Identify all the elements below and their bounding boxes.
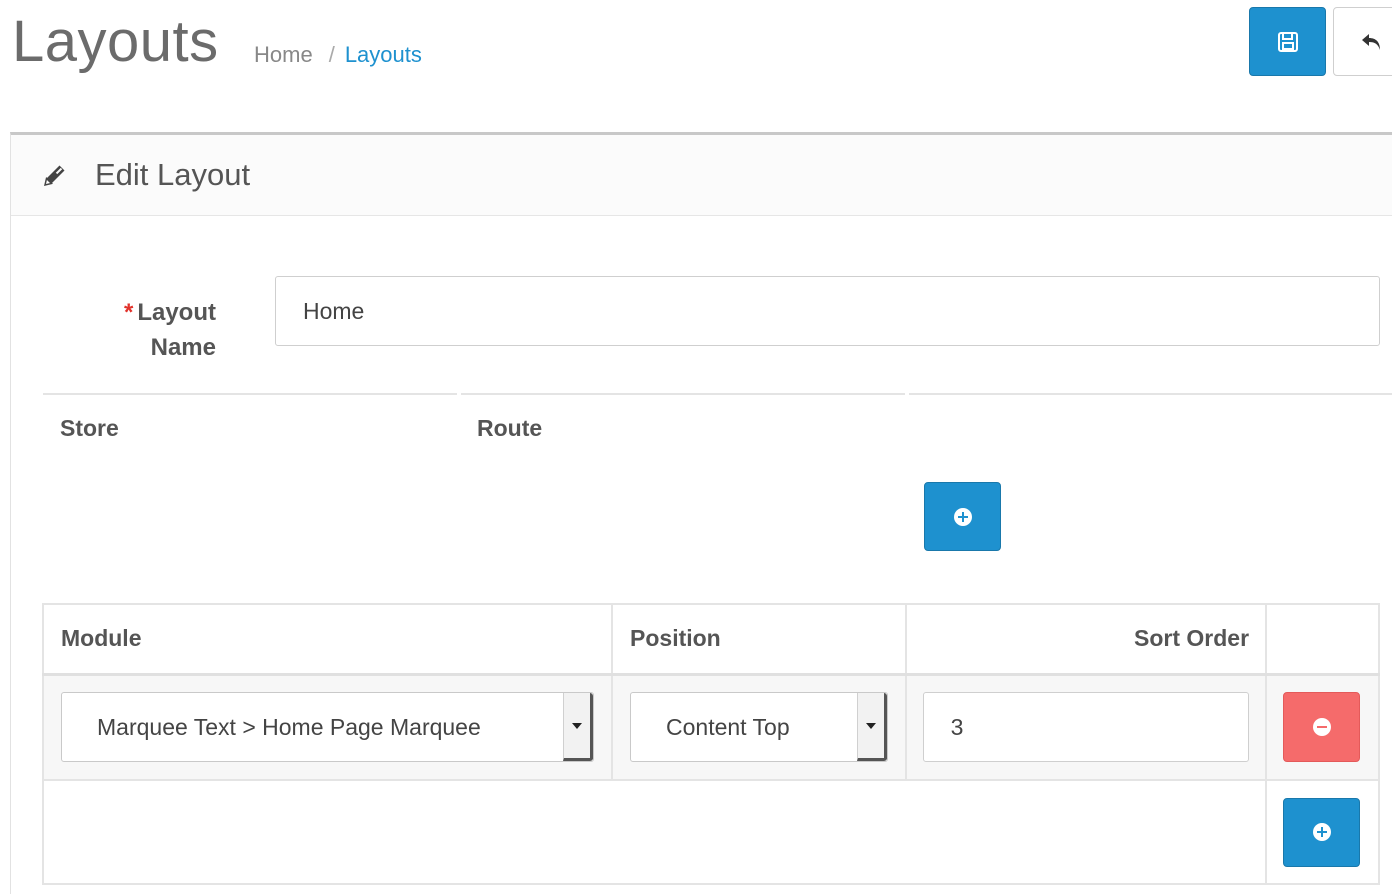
- footer-empty-cell: [41, 779, 1268, 885]
- panel-heading: Edit Layout: [11, 135, 1392, 216]
- minus-circle-icon: [1312, 718, 1331, 737]
- add-module-button[interactable]: [1283, 797, 1361, 867]
- sort-order-cell: 3: [904, 673, 1268, 781]
- position-select-value: Content Top: [666, 713, 790, 740]
- breadcrumb-layouts-link[interactable]: Layouts: [345, 42, 422, 68]
- sort-order-input[interactable]: 3: [922, 692, 1250, 763]
- sort-order-value: 3: [950, 713, 964, 740]
- floppy-disk-icon: [1277, 31, 1298, 52]
- add-route-button[interactable]: [924, 482, 1001, 551]
- back-button[interactable]: [1333, 7, 1392, 76]
- plus-circle-icon: [1312, 823, 1331, 841]
- layout-name-label: * Layout Name: [104, 295, 216, 365]
- footer-actions-cell: [1265, 779, 1380, 885]
- breadcrumb: Home / Layouts: [254, 42, 422, 68]
- remove-module-button[interactable]: [1283, 692, 1361, 763]
- reply-arrow-icon: [1362, 33, 1380, 50]
- table-header-row: Module Position Sort Order: [41, 603, 1380, 675]
- chevron-down-icon: [563, 693, 594, 762]
- chevron-down-icon: [856, 693, 887, 762]
- plus-circle-icon: [953, 507, 972, 526]
- routes-table-divider: [909, 393, 1392, 395]
- column-header-sort-order: Sort Order: [904, 603, 1268, 675]
- routes-table-divider: [461, 393, 905, 395]
- column-header-module: Module: [41, 603, 614, 675]
- table-footer-row: [41, 779, 1380, 885]
- panel-heading-title: Edit Layout: [95, 157, 251, 192]
- layout-name-input[interactable]: [275, 276, 1380, 346]
- position-select[interactable]: Content Top: [630, 692, 888, 763]
- actions-cell: [1265, 673, 1380, 781]
- column-header-position: Position: [611, 603, 907, 675]
- module-select-value: Marquee Text > Home Page Marquee: [97, 713, 481, 740]
- column-header-actions: [1265, 603, 1380, 675]
- column-header-store: Store: [60, 415, 119, 441]
- column-header-route: Route: [477, 415, 543, 441]
- required-asterisk: *: [123, 299, 134, 326]
- position-cell: Content Top: [611, 673, 907, 781]
- module-select[interactable]: Marquee Text > Home Page Marquee: [61, 692, 595, 763]
- layout-name-label-line2: Name: [150, 334, 216, 361]
- table-row: Marquee Text > Home Page Marquee Content…: [41, 673, 1380, 781]
- breadcrumb-separator: /: [328, 42, 335, 67]
- save-button[interactable]: [1249, 7, 1326, 76]
- modules-table: Module Position Sort Order Marquee Text …: [41, 603, 1380, 885]
- layout-name-label-line1: Layout: [137, 299, 216, 326]
- breadcrumb-home-link[interactable]: Home: [254, 42, 313, 68]
- pencil-icon: [43, 165, 65, 187]
- module-cell: Marquee Text > Home Page Marquee: [41, 673, 614, 781]
- page-title: Layouts: [12, 9, 219, 74]
- routes-table-divider: [43, 393, 457, 395]
